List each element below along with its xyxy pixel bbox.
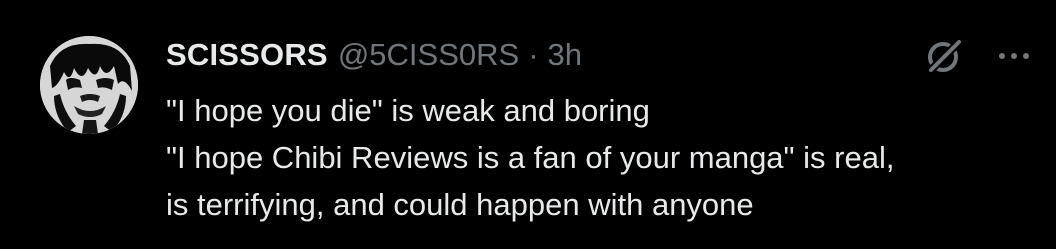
timestamp[interactable]: 3h — [548, 37, 582, 73]
author-display-name[interactable]: SCISSORS — [166, 37, 328, 73]
avatar-image — [40, 36, 138, 134]
tweet-text-line: is terrifying, and could happen with any… — [166, 187, 754, 222]
more-options-icon[interactable] — [996, 44, 1032, 68]
tweet[interactable]: SCISSORS @5CISS0RS · 3h "I hope you die"… — [0, 0, 1056, 249]
tweet-text-line: "I hope Chibi Reviews is a fan of your m… — [166, 140, 895, 175]
tweet-text: "I hope you die" is weak and boring "I h… — [166, 87, 1046, 228]
tweet-text-line: "I hope you die" is weak and boring — [166, 93, 650, 128]
avatar[interactable] — [40, 36, 138, 134]
separator-dot: · — [528, 37, 539, 72]
grok-icon[interactable] — [924, 36, 964, 76]
tweet-header: SCISSORS @5CISS0RS · 3h — [166, 33, 582, 77]
author-handle[interactable]: @5CISS0RS — [338, 37, 519, 73]
